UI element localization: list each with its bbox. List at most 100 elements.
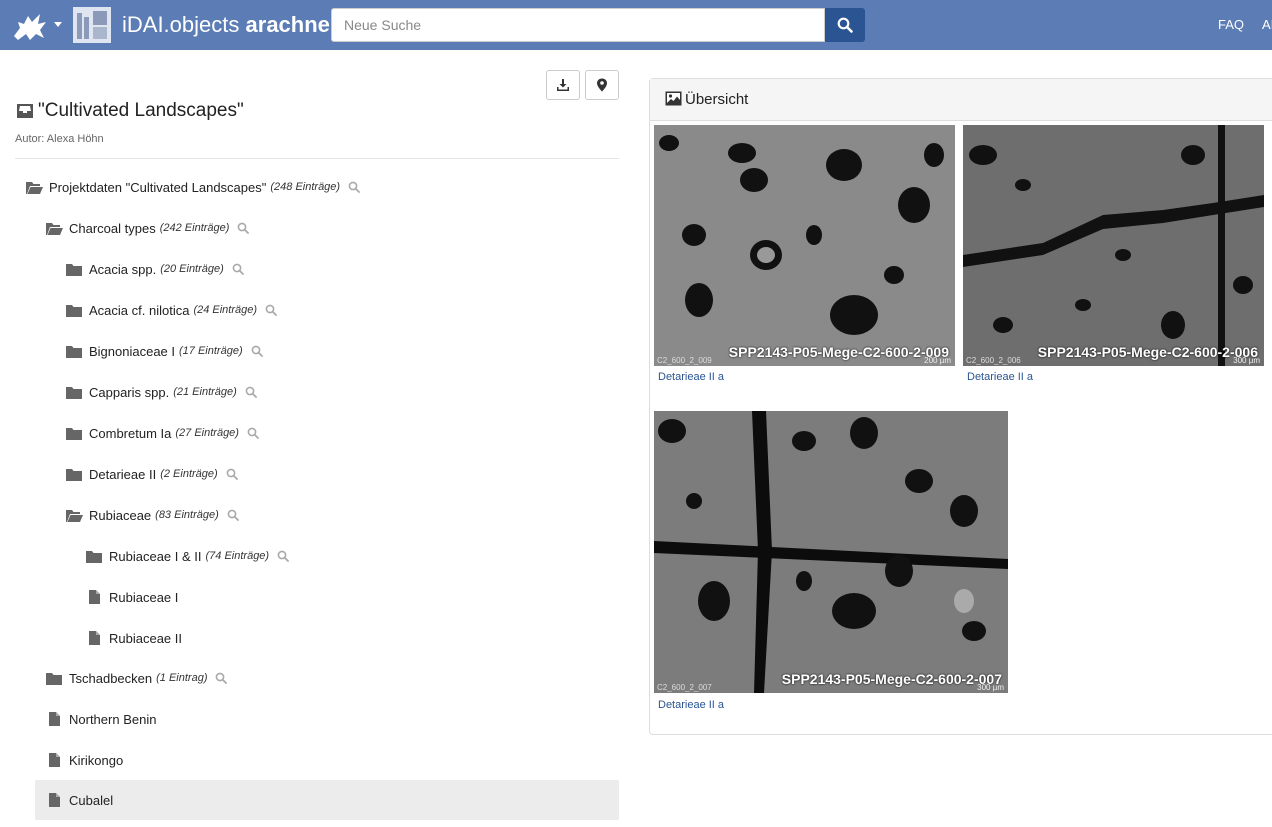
image-scale: 300 µm xyxy=(977,683,1004,692)
brand-title[interactable]: iDAI.objects arachne xyxy=(122,12,330,38)
tree-item[interactable]: Rubiaceae (83 Einträge) xyxy=(65,495,239,535)
search-icon xyxy=(837,17,853,33)
tree-item-count: (21 Einträge) xyxy=(173,386,237,398)
file-icon xyxy=(89,590,100,604)
tree-item[interactable]: Cubalel xyxy=(35,780,619,820)
tree-item[interactable]: Combretum Ia (27 Einträge) xyxy=(65,413,259,453)
tree-item[interactable]: Charcoal types (242 Einträge) xyxy=(45,208,250,248)
nav-link-more[interactable]: AI xyxy=(1262,17,1272,32)
folder-icon xyxy=(46,673,62,685)
page-title: "Cultivated Landscapes" xyxy=(38,100,244,121)
image-thumbnail[interactable]: SPP2143-P05-Mege-C2-600-2-006 C2_600_2_0… xyxy=(963,125,1264,366)
search-input[interactable] xyxy=(331,8,825,42)
tree-item[interactable]: Bignoniaceae I (17 Einträge) xyxy=(65,331,263,371)
brand-prefix: iDAI.objects xyxy=(122,12,240,37)
tree-item[interactable]: Northern Benin xyxy=(45,699,156,739)
file-icon xyxy=(89,631,100,645)
tree-item-count: (27 Einträge) xyxy=(175,427,239,439)
search-icon[interactable] xyxy=(245,386,257,398)
folder-icon xyxy=(66,305,82,317)
tree-item-label: Capparis spp. xyxy=(89,384,170,400)
brand-name: arachne xyxy=(245,12,330,37)
search-icon[interactable] xyxy=(232,263,244,275)
search-icon[interactable] xyxy=(215,672,228,684)
image-scale: 300 µm xyxy=(1233,356,1260,365)
map-button[interactable] xyxy=(585,70,619,100)
image-caption-link[interactable]: Detarieae II a xyxy=(658,371,724,383)
search-icon[interactable] xyxy=(227,509,239,521)
tree-item[interactable]: Tschadbecken (1 Eintrag) xyxy=(45,658,228,698)
tree-item-label: Kirikongo xyxy=(69,752,124,768)
tree-item-label: Projektdaten "Cultivated Landscapes" xyxy=(49,179,267,195)
tree-item-count: (74 Einträge) xyxy=(205,550,270,562)
folder-icon xyxy=(66,264,82,276)
sem-image xyxy=(963,125,1264,366)
file-icon xyxy=(49,753,60,767)
tree-item[interactable]: Rubiaceae I & II (74 Einträge) xyxy=(85,536,289,576)
tree-item-count: (2 Einträge) xyxy=(160,468,218,480)
tree-item-label: Acacia cf. nilotica xyxy=(89,302,190,318)
tree-item-label: Acacia spp. xyxy=(89,261,157,277)
tree-item-label: Bignoniaceae I xyxy=(89,343,176,359)
image-code: C2_600_2_009 xyxy=(657,356,712,365)
tree-item[interactable]: Acacia cf. nilotica (24 Einträge) xyxy=(65,290,277,330)
tree-item-count: (24 Einträge) xyxy=(193,304,258,316)
overview-panel: Übersicht SPP2143-P05-Mege-C2-600-2-009 … xyxy=(649,78,1272,735)
image-code: C2_600_2_006 xyxy=(966,356,1021,365)
tree-item[interactable]: Detarieae II (2 Einträge) xyxy=(65,454,238,494)
tree-item[interactable]: Acacia spp. (20 Einträge) xyxy=(65,249,244,289)
image-scale: 200 µm xyxy=(924,356,951,365)
tree-item[interactable]: Rubiaceae I xyxy=(85,577,178,617)
folder-icon xyxy=(66,387,82,399)
search-button[interactable] xyxy=(825,8,865,42)
map-marker-icon xyxy=(597,78,607,92)
tree-item-count: (20 Einträge) xyxy=(160,263,224,275)
divider xyxy=(15,158,619,159)
tree-item-count: (242 Einträge) xyxy=(159,222,230,234)
tree-item-label: Rubiaceae II xyxy=(109,630,182,646)
folder-icon xyxy=(86,551,102,563)
tree-item[interactable]: Kirikongo xyxy=(45,740,123,780)
folder-open-icon xyxy=(26,182,43,194)
search-icon[interactable] xyxy=(226,468,238,480)
overview-title: Übersicht xyxy=(685,91,749,108)
image-caption-link[interactable]: Detarieae II a xyxy=(967,371,1033,383)
folder-open-icon xyxy=(46,223,63,235)
tree-item[interactable]: Projektdaten "Cultivated Landscapes" (248… xyxy=(25,167,360,207)
tree-item-label: Charcoal types xyxy=(69,220,156,236)
menu-caret-icon[interactable] xyxy=(54,22,62,27)
search-icon[interactable] xyxy=(265,304,277,316)
search-icon[interactable] xyxy=(251,345,263,357)
inbox-icon xyxy=(17,104,33,118)
tree-item-label: Rubiaceae xyxy=(89,507,152,523)
tree-item-count: (248 Einträge) xyxy=(270,181,341,193)
dai-logo-icon[interactable] xyxy=(73,7,111,43)
file-icon xyxy=(49,793,60,807)
tree-item-count: (83 Einträge) xyxy=(155,509,219,521)
image-thumbnail[interactable]: SPP2143-P05-Mege-C2-600-2-007 C2_600_2_0… xyxy=(654,411,1008,693)
folder-open-icon xyxy=(66,510,83,522)
image-thumbnail[interactable]: SPP2143-P05-Mege-C2-600-2-009 C2_600_2_0… xyxy=(654,125,955,366)
tree-item-label: Tschadbecken xyxy=(69,670,153,686)
overview-header: Übersicht xyxy=(650,79,1272,121)
folder-icon xyxy=(66,428,82,440)
search-icon[interactable] xyxy=(348,181,360,193)
tree-item-label: Cubalel xyxy=(69,792,114,808)
image-caption-link[interactable]: Detarieae II a xyxy=(658,699,724,711)
tree-item[interactable]: Rubiaceae II xyxy=(85,618,182,658)
tree-item[interactable]: Capparis spp. (21 Einträge) xyxy=(65,372,257,412)
faq-link[interactable]: FAQ xyxy=(1218,17,1244,32)
search-icon[interactable] xyxy=(237,222,250,234)
download-icon xyxy=(557,79,569,91)
tree-item-count: (17 Einträge) xyxy=(179,345,243,357)
search-icon[interactable] xyxy=(247,427,259,439)
download-button[interactable] xyxy=(546,70,580,100)
search-icon[interactable] xyxy=(277,550,289,562)
griffin-logo-icon[interactable] xyxy=(10,10,50,42)
top-navbar: iDAI.objects arachne FAQ AI xyxy=(0,0,1272,50)
author-line: Autor: Alexa Höhn xyxy=(15,133,104,145)
image-title: SPP2143-P05-Mege-C2-600-2-006 xyxy=(1037,344,1258,360)
sem-image xyxy=(654,411,1008,693)
tree-item-count: (1 Eintrag) xyxy=(156,672,208,684)
tree-item-label: Combretum Ia xyxy=(89,425,172,441)
